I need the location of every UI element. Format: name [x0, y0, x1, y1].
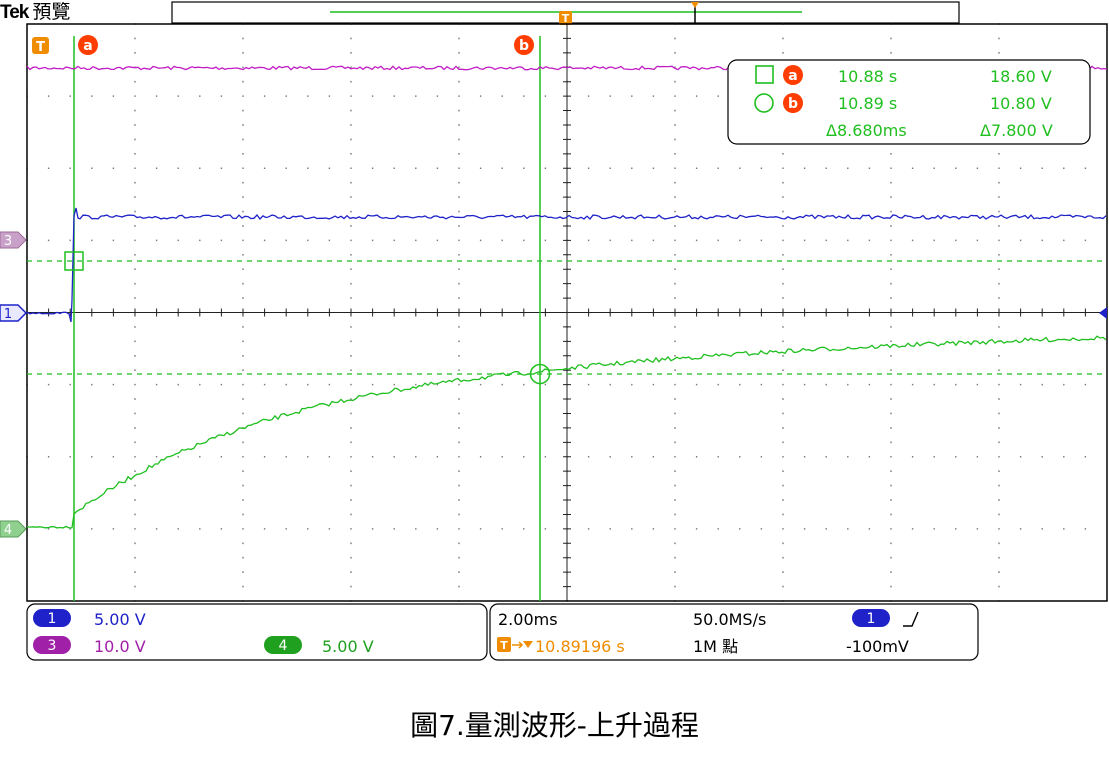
- timebase-settings-panel[interactable]: 2.00ms 50.0MS/s 1 T 10.89196 s 1M 點 -100…: [489, 603, 979, 661]
- svg-text:T: T: [36, 40, 45, 55]
- cursor-a-volt: 18.60 V: [990, 67, 1052, 86]
- ch1-ground-marker[interactable]: 1: [0, 304, 28, 322]
- svg-text:4: 4: [4, 523, 12, 538]
- cursor-b-marker[interactable]: b: [514, 35, 534, 55]
- cursor-readout-panel: a 10.88 s 18.60 V b 10.89 s 10.80 V Δ8.6…: [727, 59, 1091, 145]
- svg-text:3: 3: [4, 234, 12, 249]
- svg-text:1: 1: [867, 611, 876, 627]
- channel-settings-panel[interactable]: 1 5.00 V 3 10.0 V 4 5.00 V: [26, 603, 488, 661]
- trigger-position-time: 10.89196 s: [535, 637, 625, 656]
- ch4-ground-marker[interactable]: 4: [0, 520, 27, 538]
- svg-text:a: a: [788, 68, 797, 84]
- cursor-a-time: 10.88 s: [838, 67, 897, 86]
- ch3-ground-marker[interactable]: 3: [0, 231, 27, 249]
- record-length: 1M 點: [693, 637, 738, 656]
- cursor-delta-volt: Δ7.800 V: [980, 121, 1053, 140]
- ch4-scale: 5.00 V: [322, 637, 374, 656]
- cursor-a-marker[interactable]: a: [78, 35, 98, 55]
- oscilloscope-screen: T T a b 3 1 4 a 10.88 s 18.60 V b 10.89 …: [0, 1, 1108, 661]
- svg-text:T: T: [500, 639, 508, 652]
- trigger-level-marker[interactable]: [1099, 307, 1107, 319]
- brand-logo: Tek: [0, 2, 29, 23]
- mode-label: 預覽: [32, 1, 71, 23]
- brand-title: Tek 預覽: [0, 0, 70, 24]
- time-per-div: 2.00ms: [498, 610, 558, 629]
- svg-text:b: b: [519, 38, 529, 54]
- trigger-level: -100mV: [846, 637, 909, 656]
- cursor-b-volt: 10.80 V: [990, 94, 1052, 113]
- svg-text:b: b: [788, 96, 798, 112]
- trigger-position-marker: T: [32, 37, 49, 55]
- svg-text:1: 1: [48, 611, 57, 627]
- figure-caption: 圖7.量測波形-上升過程: [410, 709, 699, 742]
- svg-text:3: 3: [48, 638, 57, 654]
- record-trigger-marker: T: [559, 11, 572, 25]
- svg-text:1: 1: [4, 307, 12, 322]
- cursor-b-time: 10.89 s: [838, 94, 897, 113]
- cursor-delta-time: Δ8.680ms: [826, 121, 907, 140]
- svg-text:T: T: [562, 12, 570, 25]
- svg-text:4: 4: [279, 638, 288, 654]
- ch3-scale: 10.0 V: [94, 637, 146, 656]
- ch1-scale: 5.00 V: [94, 610, 146, 629]
- sample-rate: 50.0MS/s: [693, 610, 766, 629]
- svg-text:a: a: [83, 38, 92, 54]
